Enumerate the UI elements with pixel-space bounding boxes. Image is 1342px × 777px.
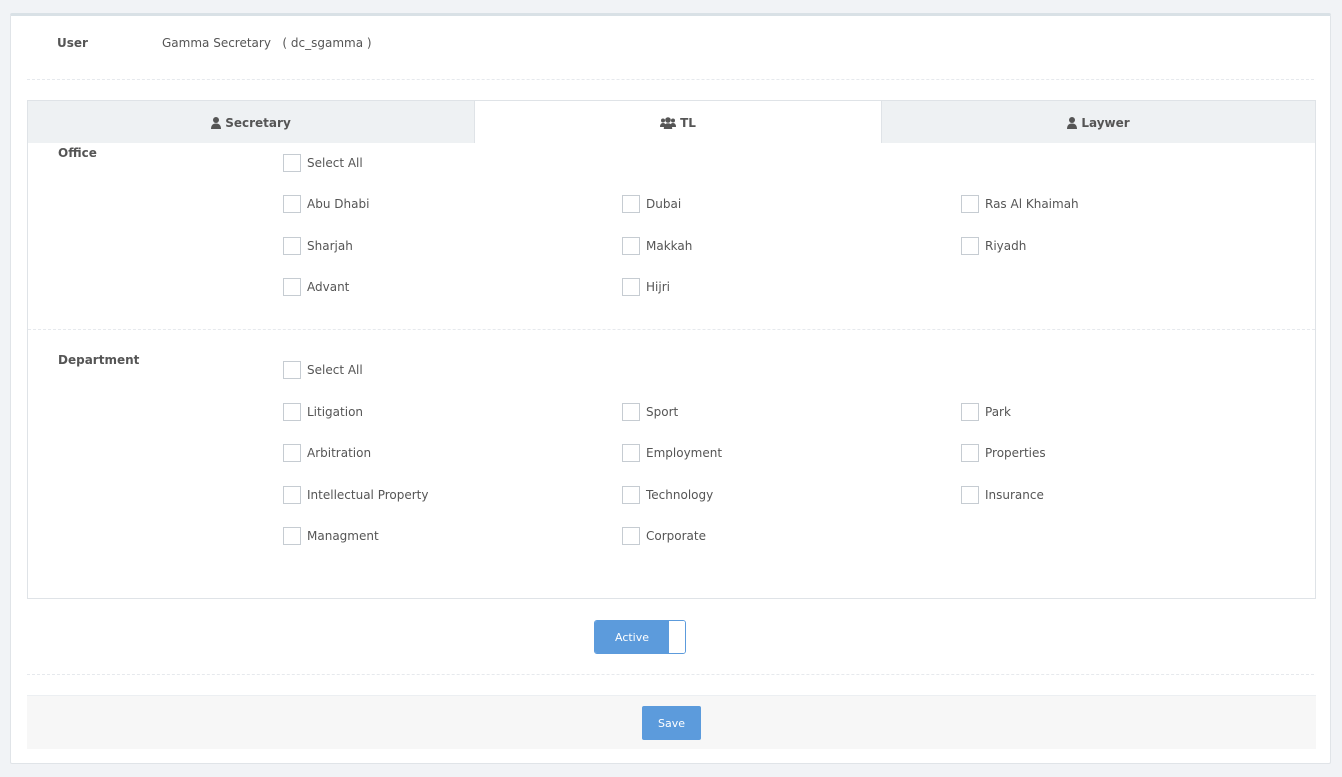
department-checkbox-employment[interactable]: Employment (622, 443, 722, 463)
checkbox-label: Riyadh (985, 239, 1027, 253)
checkbox-label: Abu Dhabi (307, 197, 370, 211)
checkbox-label: Insurance (985, 488, 1044, 502)
toggle-label: Active (595, 621, 669, 653)
checkbox[interactable] (961, 444, 979, 462)
checkbox[interactable] (283, 237, 301, 255)
user-value: Gamma Secretary ( dc_sgamma ) (162, 36, 372, 50)
tab-laywer[interactable]: Laywer (882, 101, 1315, 144)
checkbox-label: Park (985, 405, 1011, 419)
checkbox[interactable] (961, 403, 979, 421)
divider (28, 329, 1315, 330)
checkbox[interactable] (961, 195, 979, 213)
divider (27, 674, 1314, 675)
checkbox[interactable] (283, 486, 301, 504)
checkbox-label: Employment (646, 446, 723, 460)
department-checkbox-sport[interactable]: Sport (622, 402, 678, 422)
checkbox[interactable] (622, 278, 640, 296)
checkbox-label: Dubai (646, 197, 682, 211)
checkbox[interactable] (283, 278, 301, 296)
office-checkbox-makkah[interactable]: Makkah (622, 236, 692, 256)
office-checkbox-ras-al-khaimah[interactable]: Ras Al Khaimah (961, 194, 1079, 214)
checkbox[interactable] (283, 154, 301, 172)
office-label: Office (58, 146, 97, 160)
department-checkbox-managment[interactable]: Managment (283, 526, 379, 546)
checkbox-label: Select All (307, 363, 363, 377)
checkbox-label: Corporate (646, 529, 706, 543)
checkbox[interactable] (283, 361, 301, 379)
office-checkbox-advant[interactable]: Advant (283, 277, 349, 297)
department-select-all-checkbox[interactable]: Select All (283, 360, 363, 380)
user-permissions-panel: User Gamma Secretary ( dc_sgamma ) Secre… (10, 13, 1331, 764)
checkbox[interactable] (961, 486, 979, 504)
checkbox[interactable] (622, 527, 640, 545)
office-checkbox-sharjah[interactable]: Sharjah (283, 236, 353, 256)
user-icon (1067, 116, 1078, 129)
checkbox-label: Managment (307, 529, 379, 543)
checkbox-label: Arbitration (307, 446, 372, 460)
tab-panel-tl: Office Select All Abu Dhabi Dubai Ras Al… (27, 143, 1316, 599)
tab-label: Laywer (1081, 115, 1130, 130)
department-checkbox-park[interactable]: Park (961, 402, 1011, 422)
divider (27, 79, 1314, 80)
users-icon (660, 116, 677, 129)
checkbox[interactable] (622, 486, 640, 504)
role-tabs: Secretary TL Laywer (27, 100, 1316, 144)
checkbox[interactable] (622, 237, 640, 255)
department-checkbox-intellectual-property[interactable]: Intellectual Property (283, 485, 428, 505)
user-label: User (57, 36, 88, 50)
checkbox-label: Litigation (307, 405, 364, 419)
department-checkbox-litigation[interactable]: Litigation (283, 402, 363, 422)
checkbox-label: Sport (646, 405, 679, 419)
department-checkbox-properties[interactable]: Properties (961, 443, 1046, 463)
user-icon (211, 116, 222, 129)
checkbox[interactable] (283, 527, 301, 545)
checkbox-label: Select All (307, 156, 363, 170)
tab-tl[interactable]: TL (474, 100, 882, 144)
toggle-handle[interactable] (669, 621, 685, 653)
tab-secretary[interactable]: Secretary (28, 101, 474, 144)
office-checkbox-abu-dhabi[interactable]: Abu Dhabi (283, 194, 369, 214)
checkbox-label: Makkah (646, 239, 693, 253)
checkbox[interactable] (283, 403, 301, 421)
checkbox-label: Hijri (646, 280, 670, 294)
checkbox[interactable] (961, 237, 979, 255)
department-checkbox-arbitration[interactable]: Arbitration (283, 443, 371, 463)
user-row: User Gamma Secretary ( dc_sgamma ) (11, 16, 1330, 80)
checkbox[interactable] (283, 195, 301, 213)
office-checkbox-riyadh[interactable]: Riyadh (961, 236, 1026, 256)
form-actions: Save (27, 695, 1316, 749)
checkbox[interactable] (622, 444, 640, 462)
office-select-all-checkbox[interactable]: Select All (283, 153, 363, 173)
checkbox-label: Properties (985, 446, 1046, 460)
checkbox[interactable] (622, 195, 640, 213)
save-button[interactable]: Save (642, 706, 701, 740)
checkbox-label: Technology (646, 488, 714, 502)
checkbox-label: Intellectual Property (307, 488, 429, 502)
office-checkbox-hijri[interactable]: Hijri (622, 277, 670, 297)
checkbox[interactable] (283, 444, 301, 462)
department-checkbox-corporate[interactable]: Corporate (622, 526, 706, 546)
tab-label: TL (680, 115, 696, 130)
checkbox-label: Sharjah (307, 239, 353, 253)
department-checkbox-insurance[interactable]: Insurance (961, 485, 1044, 505)
checkbox[interactable] (622, 403, 640, 421)
checkbox-label: Advant (307, 280, 350, 294)
checkbox-label: Ras Al Khaimah (985, 197, 1079, 211)
tab-label: Secretary (225, 115, 291, 130)
active-toggle[interactable]: Active (594, 620, 686, 654)
department-label: Department (58, 353, 140, 367)
office-checkbox-dubai[interactable]: Dubai (622, 194, 681, 214)
department-checkbox-technology[interactable]: Technology (622, 485, 713, 505)
